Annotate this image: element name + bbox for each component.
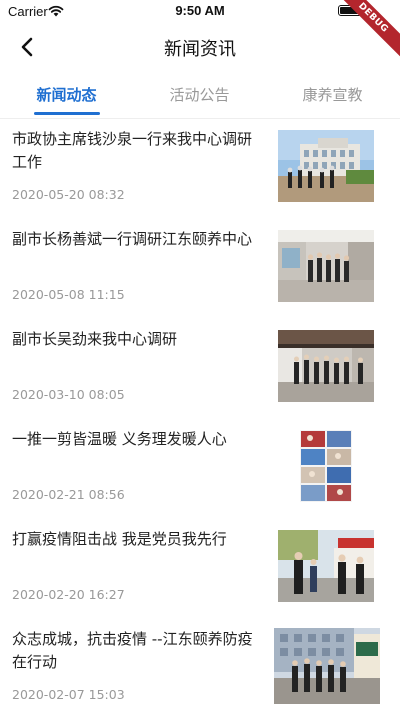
news-thumbnail bbox=[278, 230, 374, 302]
news-item[interactable]: 副市长杨善斌一行调研江东颐养中心 2020-05-08 11:15 bbox=[0, 220, 400, 320]
tab-divider bbox=[0, 118, 400, 119]
news-title: 打赢疫情阻击战 我是党员我先行 bbox=[12, 530, 227, 548]
news-title: 副市长杨善斌一行调研江东颐养中心 bbox=[12, 230, 253, 248]
tab-news[interactable]: 新闻动态 bbox=[0, 84, 133, 105]
tab-announcements[interactable]: 活动公告 bbox=[133, 84, 266, 105]
news-date: 2020-02-20 16:27 bbox=[12, 587, 125, 602]
news-date: 2020-05-20 08:32 bbox=[12, 187, 125, 202]
news-date: 2020-02-21 08:56 bbox=[12, 487, 125, 502]
news-item[interactable]: 众志成城，抗击疫情 --江东颐养防疫在行动 2020-02-07 15:03 bbox=[0, 620, 400, 710]
page-title: 新闻资讯 bbox=[164, 39, 236, 60]
tab-bar: 新闻动态 活动公告 康养宣教 bbox=[0, 74, 400, 118]
news-thumbnail bbox=[274, 628, 380, 704]
status-bar: Carrier 9:50 AM bbox=[0, 0, 400, 22]
news-thumbnail bbox=[278, 130, 374, 202]
active-tab-indicator bbox=[34, 112, 100, 115]
news-date: 2020-02-07 15:03 bbox=[12, 687, 125, 702]
news-thumbnail bbox=[300, 430, 352, 502]
news-thumbnail bbox=[278, 530, 374, 602]
news-title: 副市长吴劲来我中心调研 bbox=[12, 330, 178, 348]
news-date: 2020-03-10 08:05 bbox=[12, 387, 125, 402]
news-item[interactable]: 市政协主席钱沙泉一行来我中心调研工作 2020-05-20 08:32 bbox=[0, 120, 400, 220]
news-title: 一推一剪皆温暖 义务理发暖人心 bbox=[12, 430, 227, 448]
navigation-bar: 新闻资讯 bbox=[0, 22, 400, 72]
news-item[interactable]: 一推一剪皆温暖 义务理发暖人心 2020-02-21 08:56 bbox=[0, 420, 400, 520]
news-title: 市政协主席钱沙泉一行来我中心调研工作 bbox=[12, 130, 253, 171]
news-title: 众志成城，抗击疫情 --江东颐养防疫在行动 bbox=[12, 630, 253, 671]
news-thumbnail bbox=[278, 330, 374, 402]
news-item[interactable]: 打赢疫情阻击战 我是党员我先行 2020-02-20 16:27 bbox=[0, 520, 400, 620]
news-item[interactable]: 副市长吴劲来我中心调研 2020-03-10 08:05 bbox=[0, 320, 400, 420]
news-date: 2020-05-08 11:15 bbox=[12, 287, 125, 302]
tab-health-education[interactable]: 康养宣教 bbox=[266, 84, 399, 105]
